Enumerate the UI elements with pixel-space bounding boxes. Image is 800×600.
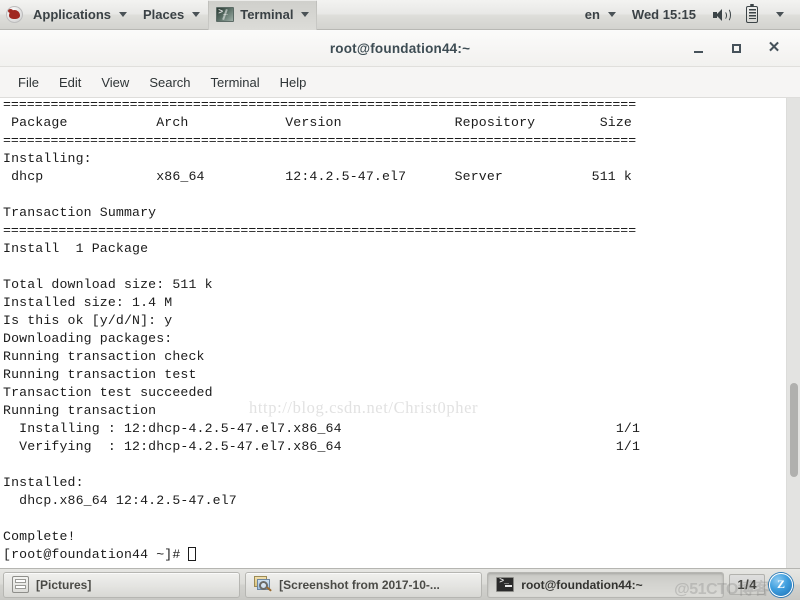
- terminal-line: Is this ok [y/d/N]: y: [3, 313, 173, 328]
- taskbar-item-terminal[interactable]: >_ root@foundation44:~: [487, 571, 725, 598]
- tray-icon-z[interactable]: Z: [769, 572, 793, 597]
- chevron-down-icon: [192, 12, 201, 17]
- menu-help[interactable]: Help: [270, 71, 317, 94]
- shell-prompt: [root@foundation44 ~]#: [3, 547, 189, 562]
- terminal-line: Running transaction test: [3, 367, 197, 382]
- panel-status-area: en Wed 15:15: [577, 0, 800, 30]
- maximize-button[interactable]: [726, 38, 746, 58]
- workspace-switcher[interactable]: 1/4: [729, 574, 765, 595]
- active-app-menu-terminal[interactable]: >_ Terminal: [208, 0, 318, 30]
- terminal-line: Verifying : 12:dhcp-4.2.5-47.el7.x86_64 …: [3, 439, 641, 454]
- system-menu-button[interactable]: [766, 0, 792, 30]
- clock-label: Wed 15:15: [631, 7, 696, 22]
- taskbar-status-area: @51CTO博客 1/4 Z: [674, 572, 797, 598]
- top-panel: Applications Places >_ Terminal en Wed 1…: [0, 0, 800, 30]
- clock[interactable]: Wed 15:15: [624, 0, 704, 30]
- places-menu-label: Places: [143, 7, 185, 22]
- close-button[interactable]: ✕: [764, 38, 784, 58]
- terminal-line: Running transaction: [3, 403, 157, 418]
- places-menu[interactable]: Places: [135, 0, 208, 30]
- text-cursor: [188, 547, 197, 561]
- keyboard-layout-indicator[interactable]: en: [577, 0, 624, 30]
- menu-edit[interactable]: Edit: [49, 71, 91, 94]
- terminal-line: ========================================…: [3, 133, 637, 148]
- terminal-line: dhcp x86_64 12:4.2.5-47.el7 Server 511 k: [3, 169, 632, 184]
- speaker-icon: [712, 7, 731, 23]
- terminal-line: Complete!: [3, 529, 76, 544]
- taskbar-item-label: [Screenshot from 2017-10-...: [279, 577, 440, 592]
- terminal-icon: >_: [496, 577, 515, 592]
- terminal-line: Installed:: [3, 475, 84, 490]
- terminal-line: Installing:: [3, 151, 92, 166]
- chevron-down-icon: [301, 12, 310, 17]
- menu-terminal[interactable]: Terminal: [201, 71, 270, 94]
- chevron-down-icon: [119, 12, 128, 17]
- terminal-window: root@foundation44:~ ✕ File Edit View Sea…: [0, 30, 800, 568]
- minimize-button[interactable]: [688, 38, 708, 58]
- taskbar-item-pictures[interactable]: [Pictures]: [3, 571, 241, 598]
- terminal-line: Package Arch Version Repository Size: [3, 115, 632, 130]
- terminal-prompt-line[interactable]: [root@foundation44 ~]#: [3, 546, 780, 564]
- terminal-icon: >_: [216, 7, 235, 22]
- menu-file[interactable]: File: [8, 71, 49, 94]
- terminal-line: Transaction Summary: [3, 205, 157, 220]
- taskbar-item-label: root@foundation44:~: [521, 577, 643, 592]
- menu-search[interactable]: Search: [139, 71, 200, 94]
- terminal-line: Downloading packages:: [3, 331, 173, 346]
- terminal-output-area[interactable]: ========================================…: [0, 98, 800, 568]
- terminal-line: ========================================…: [3, 223, 637, 238]
- screenshot-icon: [254, 576, 273, 593]
- taskbar: [Pictures] [Screenshot from 2017-10-... …: [0, 568, 800, 600]
- terminal-line: Installing : 12:dhcp-4.2.5-47.el7.x86_64…: [3, 421, 641, 436]
- taskbar-item-screenshot[interactable]: [Screenshot from 2017-10-...: [245, 571, 483, 598]
- chevron-down-icon: [776, 12, 784, 17]
- volume-button[interactable]: [704, 0, 738, 30]
- window-title: root@foundation44:~: [329, 40, 471, 56]
- window-titlebar[interactable]: root@foundation44:~ ✕: [0, 30, 800, 67]
- terminal-line: dhcp.x86_64 12:4.2.5-47.el7: [3, 493, 237, 508]
- terminal-scrollbar-thumb[interactable]: [790, 383, 798, 477]
- window-controls: ✕: [688, 30, 792, 66]
- terminal-line: Running transaction check: [3, 349, 205, 364]
- battery-button[interactable]: [738, 0, 766, 30]
- terminal-line: ========================================…: [3, 98, 637, 112]
- menu-bar: File Edit View Search Terminal Help: [0, 67, 800, 98]
- terminal-line: Installed size: 1.4 M: [3, 295, 173, 310]
- taskbar-item-label: [Pictures]: [36, 577, 92, 592]
- terminal-text: ========================================…: [3, 98, 780, 564]
- terminal-line: Total download size: 511 k: [3, 277, 213, 292]
- terminal-line: Transaction test succeeded: [3, 385, 213, 400]
- desktop-screen: Applications Places >_ Terminal en Wed 1…: [0, 0, 800, 600]
- close-icon: ✕: [767, 39, 781, 56]
- applications-menu[interactable]: Applications: [25, 0, 135, 30]
- redhat-logo-icon[interactable]: [6, 6, 23, 23]
- keyboard-layout-label: en: [584, 7, 600, 22]
- maximize-icon: [731, 43, 741, 53]
- minimize-icon: [693, 50, 703, 53]
- terminal-scrollbar[interactable]: [786, 98, 800, 568]
- file-drawer-icon: [12, 576, 29, 593]
- menu-view[interactable]: View: [91, 71, 139, 94]
- active-app-label: Terminal: [240, 7, 294, 22]
- applications-menu-label: Applications: [33, 7, 112, 22]
- chevron-down-icon: [607, 12, 616, 17]
- terminal-line: Install 1 Package: [3, 241, 149, 256]
- battery-icon: [746, 3, 758, 23]
